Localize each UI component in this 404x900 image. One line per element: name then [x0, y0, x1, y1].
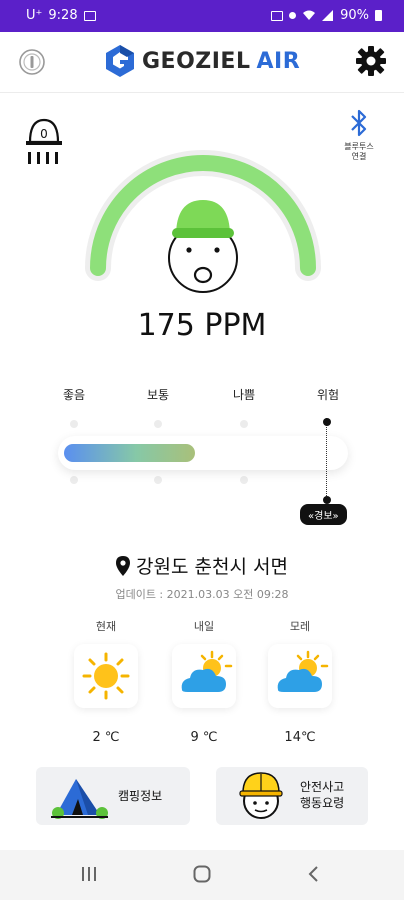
threshold-marker	[326, 418, 327, 500]
threshold-marker-dot	[323, 496, 331, 504]
partly-cloudy-icon	[277, 650, 329, 692]
safety-guide-line2: 행동요령	[300, 796, 345, 810]
weather-temp: 14℃	[284, 730, 316, 745]
weather-tomorrow: 내일 9 ℃	[164, 618, 244, 745]
air-face-icon	[168, 200, 238, 293]
weather-label: 모레	[289, 620, 311, 633]
level-fill	[64, 444, 195, 462]
update-timestamp: 업데이트 : 2021.03.03 오전 09:28	[115, 588, 289, 601]
weather-temp: 9 ℃	[190, 730, 218, 745]
device-info-icon[interactable]	[18, 48, 46, 76]
app-header: GEOZIEL AIR	[0, 32, 404, 93]
ppm-reading: 175 PPM	[137, 308, 267, 343]
location-title: 강원도 춘천시 서면	[0, 552, 404, 579]
level-normal: 보통	[146, 388, 170, 402]
safety-helmet-face-icon	[239, 772, 283, 819]
alarm-level-icon[interactable]: 0	[22, 112, 66, 168]
sun-icon	[82, 652, 130, 700]
level-danger: 위험	[316, 388, 340, 402]
home-icon[interactable]	[192, 864, 212, 884]
level-bar	[58, 414, 350, 504]
level-tick	[70, 476, 78, 484]
bluetooth-connect-button[interactable]: 블루투스 연결	[334, 108, 384, 162]
signal-icon	[322, 10, 334, 21]
brand-accent: AIR	[256, 48, 301, 74]
alarm-icon	[271, 10, 284, 21]
system-nav-bar	[0, 850, 404, 900]
camping-info-label: 캠핑정보	[118, 789, 163, 803]
weather-today: 현재 2 ℃	[66, 618, 146, 745]
co2-gauge	[85, 150, 321, 293]
location-status-icon	[289, 12, 297, 19]
status-bar: U⁺ 9:28 90%	[0, 0, 404, 32]
bluetooth-label: 블루투스 연결	[334, 142, 384, 162]
alarm-value: 0	[40, 127, 48, 141]
partly-cloudy-icon	[181, 650, 233, 692]
level-tick	[240, 420, 248, 428]
level-labels: 좋음 보통 나쁨 위험	[58, 386, 358, 406]
safety-guide-button[interactable]: 안전사고 행동요령	[216, 767, 368, 825]
carrier-label: U⁺	[26, 8, 43, 23]
weather-card	[268, 644, 332, 708]
image-notification-icon	[83, 10, 96, 21]
battery-icon	[375, 10, 382, 21]
level-track	[58, 436, 348, 470]
back-icon[interactable]	[306, 864, 322, 884]
weather-label: 현재	[95, 620, 117, 633]
warning-badge: «경보»	[300, 504, 347, 525]
weather-card	[172, 644, 236, 708]
battery-percent: 90%	[340, 8, 369, 23]
camping-info-button[interactable]: 캠핑정보	[36, 767, 190, 825]
recent-apps-icon[interactable]	[80, 864, 98, 884]
safety-guide-label: 안전사고 행동요령	[300, 779, 344, 811]
gear-icon[interactable]	[354, 44, 388, 78]
brand-name: GEOZIEL	[142, 48, 251, 74]
weather-temp: 2 ℃	[92, 730, 120, 745]
level-tick	[70, 420, 78, 428]
weather-day-after: 모레 14℃	[260, 618, 340, 745]
bluetooth-icon	[351, 109, 367, 137]
level-good: 좋음	[62, 388, 86, 402]
level-bad: 나쁨	[232, 388, 256, 402]
wifi-icon	[303, 10, 316, 20]
geoziel-logo-icon	[106, 45, 134, 77]
threshold-marker-dot	[323, 418, 331, 426]
level-tick	[154, 420, 162, 428]
level-tick	[240, 476, 248, 484]
bluetooth-label-text: 블루투스 연결	[344, 142, 374, 161]
level-tick	[154, 476, 162, 484]
location-name: 강원도 춘천시 서면	[136, 556, 288, 578]
status-time: 9:28	[48, 8, 78, 23]
weather-label: 내일	[193, 620, 215, 633]
safety-guide-line1: 안전사고	[300, 780, 345, 794]
location-pin-icon	[116, 555, 131, 576]
weather-card	[74, 644, 138, 708]
brand-logo: GEOZIEL AIR	[104, 44, 300, 78]
camping-tent-icon	[51, 779, 108, 819]
